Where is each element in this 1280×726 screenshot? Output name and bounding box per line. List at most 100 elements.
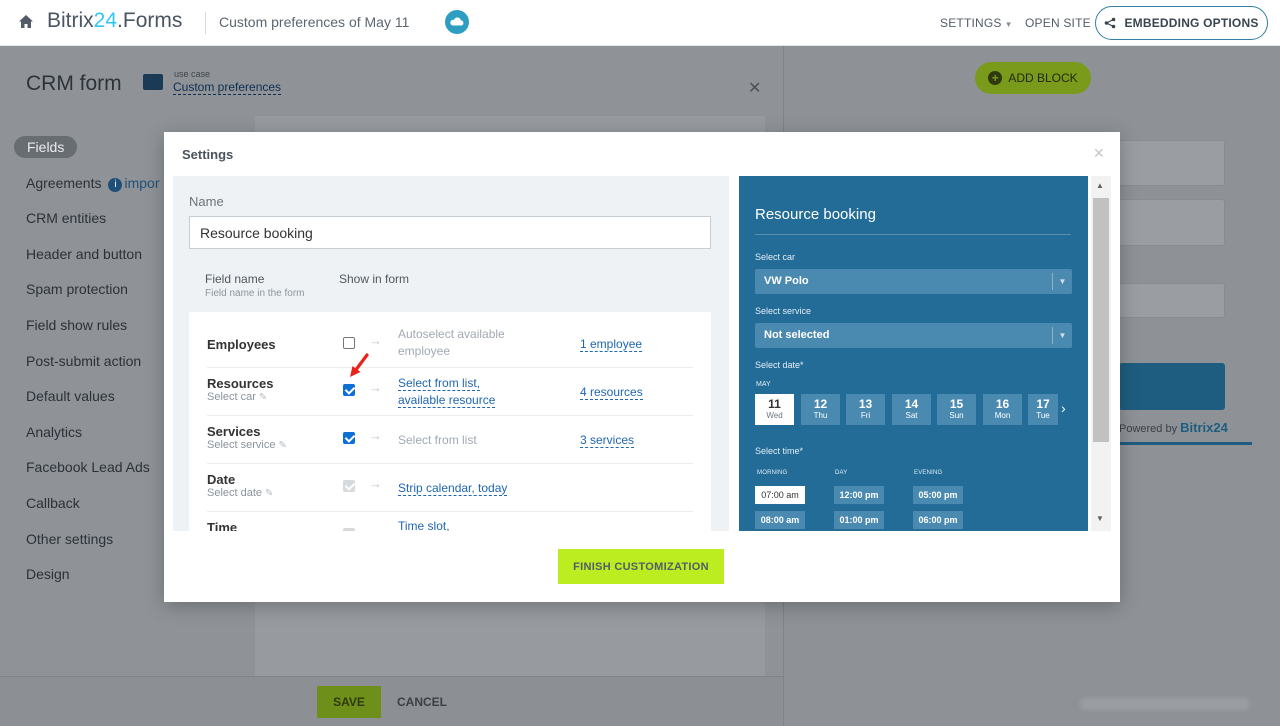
table-row: Date Select date ✎ → Strip calendar, toda… xyxy=(207,464,693,512)
column-header-show-in-form: Show in form xyxy=(339,272,410,286)
calendar-day[interactable]: 15 Sun xyxy=(937,394,976,425)
calendar-day[interactable]: 14 Sat xyxy=(892,394,931,425)
cancel-button[interactable]: CANCEL xyxy=(397,695,447,709)
blurred-footer-text xyxy=(1080,698,1250,710)
open-site-link[interactable]: OPEN SITE xyxy=(1025,16,1091,30)
sidebar-item-design[interactable]: Design xyxy=(26,566,70,582)
time-slot[interactable]: 05:00 pm xyxy=(913,486,963,504)
time-slot[interactable]: 01:00 pm xyxy=(834,511,884,529)
field-mode-link[interactable]: Strip calendar, today xyxy=(398,480,508,497)
info-icon: i xyxy=(108,178,123,192)
calendar-day[interactable]: 17 Tue xyxy=(1028,394,1058,425)
top-bar: Bitrix24.Forms Custom preferences of May… xyxy=(0,0,1280,46)
field-label-sub[interactable]: Select date ✎ xyxy=(207,487,273,499)
chevron-down-icon: ▼ xyxy=(1004,20,1013,29)
chevron-down-icon: ▼ xyxy=(1052,273,1072,290)
calendar-day[interactable]: 13 Fri xyxy=(846,394,885,425)
sidebar-item-fields[interactable]: Fields xyxy=(14,136,78,158)
bottom-action-bar xyxy=(0,676,783,726)
service-select[interactable]: Not selected ▼ xyxy=(755,323,1072,348)
sidebar-item-default-values[interactable]: Default values xyxy=(26,388,115,404)
use-case-link[interactable]: Custom preferences xyxy=(173,80,282,95)
time-slot[interactable]: 08:00 am xyxy=(755,511,805,529)
scroll-down-icon[interactable]: ▼ xyxy=(1096,514,1104,523)
field-label-sub[interactable]: Select car ✎ xyxy=(207,391,267,403)
preview-title: Resource booking xyxy=(755,206,876,223)
scrollbar-thumb[interactable] xyxy=(1093,198,1109,442)
field-mode-link[interactable]: Select from list, available resource xyxy=(398,375,496,409)
calendar-day[interactable]: 11 Wed xyxy=(755,394,794,425)
field-count-link[interactable]: 3 services xyxy=(580,433,635,448)
embedding-options-button[interactable]: EMBEDDING OPTIONS xyxy=(1095,6,1268,40)
close-icon[interactable]: ✕ xyxy=(1093,145,1105,162)
field-count-link[interactable]: 4 resources xyxy=(580,385,643,400)
scroll-up-icon[interactable]: ▲ xyxy=(1096,181,1104,190)
car-label: Select car xyxy=(755,252,796,262)
preview-submit-button xyxy=(1119,363,1225,410)
field-count-link[interactable]: 1 employee xyxy=(580,337,643,352)
add-block-button[interactable]: + ADD BLOCK xyxy=(975,62,1091,94)
time-slot[interactable]: 06:00 pm xyxy=(913,511,963,529)
show-in-form-checkbox[interactable] xyxy=(343,337,355,349)
sidebar-item-spam-protection[interactable]: Spam protection xyxy=(26,281,128,297)
time-slot[interactable]: 12:00 pm xyxy=(834,486,884,504)
calendar-day[interactable]: 12 Thu xyxy=(801,394,840,425)
name-input[interactable]: Resource booking xyxy=(189,216,711,249)
settings-modal: Settings ✕ Name Resource booking Field n… xyxy=(164,132,1120,602)
settings-menu[interactable]: SETTINGS ▼ xyxy=(940,16,1013,30)
arrow-icon: → xyxy=(369,380,382,395)
sidebar-item-crm-entities[interactable]: CRM entities xyxy=(26,210,106,226)
use-case-icon xyxy=(143,74,163,90)
use-case-caption: use case xyxy=(174,69,211,79)
cloud-icon[interactable] xyxy=(445,10,469,34)
pencil-icon[interactable]: ✎ xyxy=(278,440,286,451)
car-select[interactable]: VW Polo ▼ xyxy=(755,269,1072,294)
chevron-down-icon: ▼ xyxy=(1052,327,1072,344)
finish-customization-button[interactable]: FINISH CUSTOMIZATION xyxy=(558,549,724,584)
sidebar-item-header-and-button[interactable]: Header and button xyxy=(26,246,142,262)
month-label: MAY xyxy=(756,381,771,388)
divider xyxy=(755,234,1071,235)
sidebar-item-field-show-rules[interactable]: Field show rules xyxy=(26,317,127,333)
sidebar-item-analytics[interactable]: Analytics xyxy=(26,424,82,440)
sidebar-item-post-submit-action[interactable]: Post-submit action xyxy=(26,353,141,369)
chevron-right-icon[interactable]: › xyxy=(1061,400,1066,416)
close-icon[interactable]: ✕ xyxy=(748,78,761,98)
form-live-preview: Resource booking Select car VW Polo ▼ Sel… xyxy=(739,176,1088,531)
field-mode-link[interactable]: Time slot, xyxy=(398,518,450,531)
period-label: EVENING xyxy=(914,470,943,476)
period-label: DAY xyxy=(835,470,848,476)
pencil-icon[interactable]: ✎ xyxy=(265,488,273,499)
scrollbar[interactable]: ▲ ▼ xyxy=(1091,176,1111,531)
column-header-field-name: Field name xyxy=(205,272,265,286)
field-settings-pane: Name Resource booking Field name Field n… xyxy=(173,176,729,531)
share-icon xyxy=(1105,17,1116,29)
show-in-form-checkbox[interactable] xyxy=(343,384,355,396)
preview-field xyxy=(1119,199,1225,246)
show-in-form-checkbox xyxy=(343,480,355,492)
field-name: Employees xyxy=(207,337,276,352)
app-brand[interactable]: Bitrix24.Forms xyxy=(47,9,182,33)
show-in-form-checkbox[interactable] xyxy=(343,432,355,444)
service-label: Select service xyxy=(755,306,812,316)
home-icon[interactable] xyxy=(17,13,35,31)
time-slot[interactable]: 07:00 am xyxy=(755,486,805,504)
save-button[interactable]: SAVE xyxy=(317,686,381,718)
field-name: Time xyxy=(207,520,238,531)
calendar-day[interactable]: 16 Mon xyxy=(983,394,1022,425)
field-label-sub[interactable]: Select service ✎ xyxy=(207,439,287,451)
arrow-icon: → xyxy=(369,428,382,443)
sidebar-item-other-settings[interactable]: Other settings xyxy=(26,531,113,547)
arrow-icon: → xyxy=(369,476,382,491)
field-mode: Select from list xyxy=(398,433,477,447)
sidebar-item-facebook-lead-ads[interactable]: Facebook Lead Ads xyxy=(26,459,150,475)
pencil-icon[interactable]: ✎ xyxy=(259,392,267,403)
sidebar-item-callback[interactable]: Callback xyxy=(26,495,80,511)
field-name: Services xyxy=(207,424,261,439)
modal-title: Settings xyxy=(182,147,234,162)
period-label: MORNING xyxy=(757,470,788,476)
arrow-icon: → xyxy=(369,333,382,348)
column-header-field-name-sub: Field name in the form xyxy=(205,288,305,299)
sidebar-item-agreements[interactable]: Agreements i impor xyxy=(26,175,160,192)
time-label: Select time* xyxy=(755,446,804,456)
